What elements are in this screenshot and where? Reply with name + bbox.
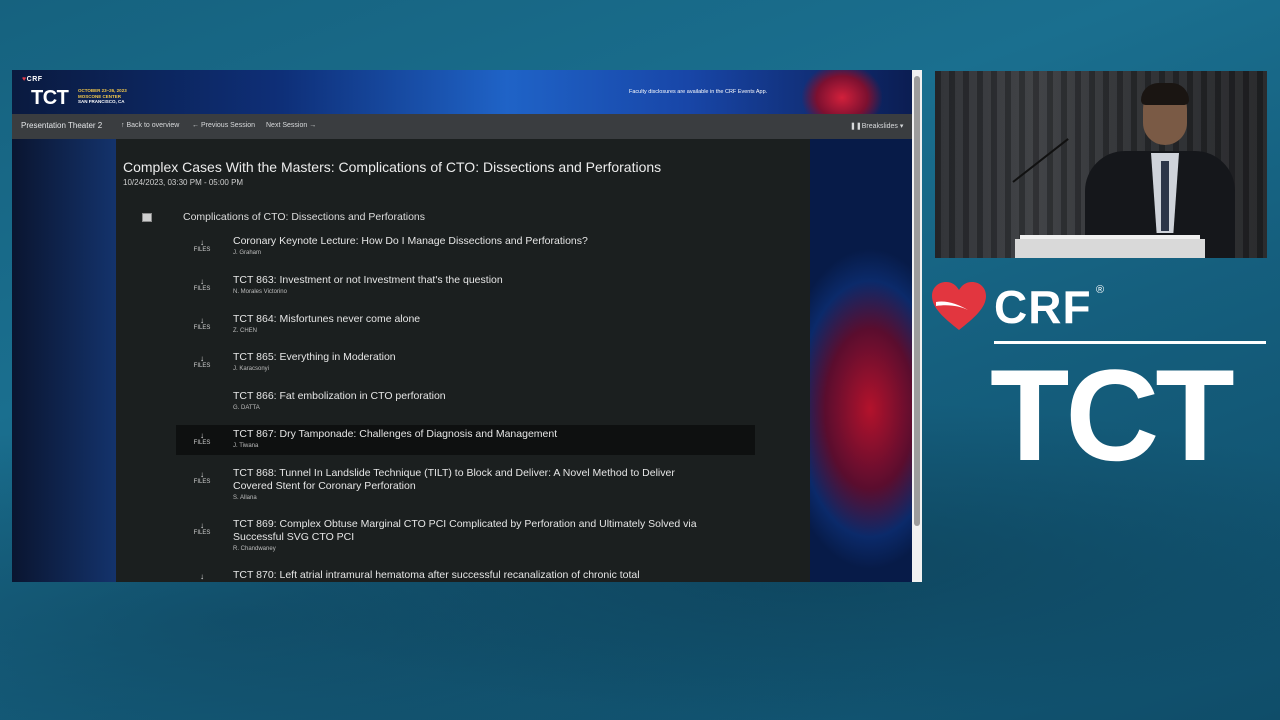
presentation-author: J. Graham: [233, 250, 262, 256]
presentation-row[interactable]: ↓ FILES TCT 864: Misfortunes never come a…: [176, 313, 755, 347]
crf-wordmark: ♥CRF: [22, 76, 43, 83]
scrollbar[interactable]: [912, 70, 922, 582]
brand-registered: ®: [1096, 284, 1105, 296]
theater-title: Presentation Theater 2: [21, 121, 103, 130]
presentation-title[interactable]: TCT 865: Everything in Moderation: [233, 351, 703, 364]
back-label: Back to overview: [126, 122, 180, 129]
presentation-title[interactable]: TCT 870: Left atrial intramural hematoma…: [233, 569, 703, 582]
session-panel: Complex Cases With the Masters: Complica…: [116, 139, 810, 582]
next-label: Next Session: [266, 122, 308, 129]
download-arrow-icon: ↓: [200, 521, 204, 530]
speaker-video: [935, 71, 1267, 258]
files-download[interactable]: ↓ FILES: [186, 354, 218, 369]
download-arrow-icon: ↓: [200, 316, 204, 325]
event-city: SAN FRANCISCO, CA: [78, 99, 125, 104]
previous-label: Previous Session: [200, 122, 256, 129]
presentation-row[interactable]: ↓ FILES TCT 868: Tunnel In Landslide Tech…: [176, 467, 755, 513]
presentation-title[interactable]: TCT 863: Investment or not Investment th…: [233, 274, 703, 287]
files-label: FILES: [193, 530, 211, 536]
files-label: FILES: [193, 440, 211, 446]
files-download[interactable]: ↓ FILES: [186, 316, 218, 331]
presentation-row[interactable]: ↓ FILES TCT 869: Complex Obtuse Marginal …: [176, 518, 755, 564]
files-download[interactable]: ↓ FILES: [186, 277, 218, 292]
presentation-author: J. Karacsonyi: [233, 366, 270, 372]
session-title: Complex Cases With the Masters: Complica…: [123, 159, 662, 175]
breakslides-label: Breakslides: [861, 123, 898, 130]
files-download[interactable]: ↓: [186, 572, 218, 581]
arrow-up-icon: ↑: [121, 122, 125, 129]
arrow-right-icon: →: [309, 122, 317, 129]
download-arrow-icon: ↓: [200, 277, 204, 286]
presentation-title[interactable]: TCT 864: Misfortunes never come alone: [233, 313, 703, 326]
presentation-title[interactable]: TCT 867: Dry Tamponade: Challenges of Di…: [233, 428, 703, 441]
brand-tct: TCT: [990, 342, 1235, 488]
disclosure-text: Faculty disclosures are available in the…: [629, 89, 768, 95]
presentation-author: Z. CHEN: [233, 328, 257, 334]
back-to-overview-link[interactable]: ↑ Back to overview: [121, 122, 179, 129]
presentation-row[interactable]: ↓ FILES Coronary Keynote Lecture: How Do …: [176, 235, 755, 269]
presentation-row[interactable]: TCT 866: Fat embolization in CTO perfora…: [176, 390, 755, 424]
presentation-author: N. Morales Victorino: [233, 289, 287, 295]
banner-logo[interactable]: ♥CRF TCT: [22, 76, 69, 109]
presentation-row[interactable]: ↓ FILES TCT 865: Everything in Moderation…: [176, 351, 755, 385]
browser-window: ♥CRF TCT OCTOBER 23–26, 2023 MOSCONE CEN…: [12, 70, 922, 582]
presentation-row-active[interactable]: ↓ FILES TCT 867: Dry Tamponade: Challenge…: [176, 425, 755, 455]
presentation-author: S. Allana: [233, 495, 257, 501]
files-label: FILES: [193, 286, 211, 292]
heart-artwork: [810, 139, 912, 582]
breakslides-dropdown[interactable]: ❚❚Breakslides ▾: [850, 122, 903, 130]
presentation-author: J. Tiwana: [233, 443, 259, 449]
arrow-left-icon: ←: [192, 122, 199, 129]
previous-session-link[interactable]: ← Previous Session: [192, 122, 255, 129]
session-date: 10/24/2023, 03:30 PM - 05:00 PM: [123, 178, 244, 187]
presentation-title[interactable]: TCT 869: Complex Obtuse Marginal CTO PCI…: [233, 518, 703, 543]
download-arrow-icon: ↓: [200, 470, 204, 479]
crf-heart-logo-icon: [932, 282, 986, 330]
heart-illustration: [802, 70, 882, 120]
presentation-title[interactable]: Coronary Keynote Lecture: How Do I Manag…: [233, 235, 703, 248]
download-arrow-icon: ↓: [200, 572, 204, 581]
download-arrow-icon: ↓: [200, 431, 204, 440]
tct-wordmark: TCT: [31, 87, 69, 109]
presentation-row[interactable]: ↓ FILES TCT 863: Investment or not Invest…: [176, 274, 755, 308]
download-arrow-icon: ↓: [200, 238, 204, 247]
files-download[interactable]: ↓ FILES: [186, 521, 218, 536]
group-label: Complications of CTO: Dissections and Pe…: [183, 211, 425, 223]
presentation-title[interactable]: TCT 868: Tunnel In Landslide Technique (…: [233, 467, 703, 492]
files-label: FILES: [193, 247, 211, 253]
pause-icon: ❚❚: [850, 123, 862, 130]
download-arrow-icon: ↓: [200, 354, 204, 363]
list-icon: [142, 213, 152, 222]
files-label: FILES: [193, 325, 211, 331]
crf-label: CRF: [26, 76, 43, 83]
presentation-author: R. Chandwaney: [233, 546, 276, 552]
event-banner: ♥CRF TCT OCTOBER 23–26, 2023 MOSCONE CEN…: [12, 70, 912, 120]
files-label: FILES: [193, 479, 211, 485]
scrollbar-thumb[interactable]: [914, 76, 920, 526]
session-navbar: Presentation Theater 2 ↑ Back to overvie…: [12, 114, 912, 139]
presentation-title[interactable]: TCT 866: Fat embolization in CTO perfora…: [233, 390, 703, 403]
next-session-link[interactable]: Next Session →: [266, 122, 316, 129]
speaker-tie: [1161, 161, 1169, 231]
event-info: OCTOBER 23–26, 2023 MOSCONE CENTER SAN F…: [78, 88, 158, 105]
caret-down-icon: ▾: [899, 123, 904, 130]
files-label: FILES: [193, 363, 211, 369]
presentation-author: G. DATTA: [233, 405, 260, 411]
files-download[interactable]: ↓ FILES: [186, 238, 218, 253]
files-download[interactable]: ↓ FILES: [186, 470, 218, 485]
podium: [1015, 239, 1205, 258]
files-download[interactable]: ↓ FILES: [186, 431, 218, 446]
speaker-hair: [1141, 83, 1189, 105]
brand-crf: CRF: [994, 281, 1092, 333]
presentation-row[interactable]: ↓ TCT 870: Left atrial intramural hemato…: [176, 569, 755, 582]
